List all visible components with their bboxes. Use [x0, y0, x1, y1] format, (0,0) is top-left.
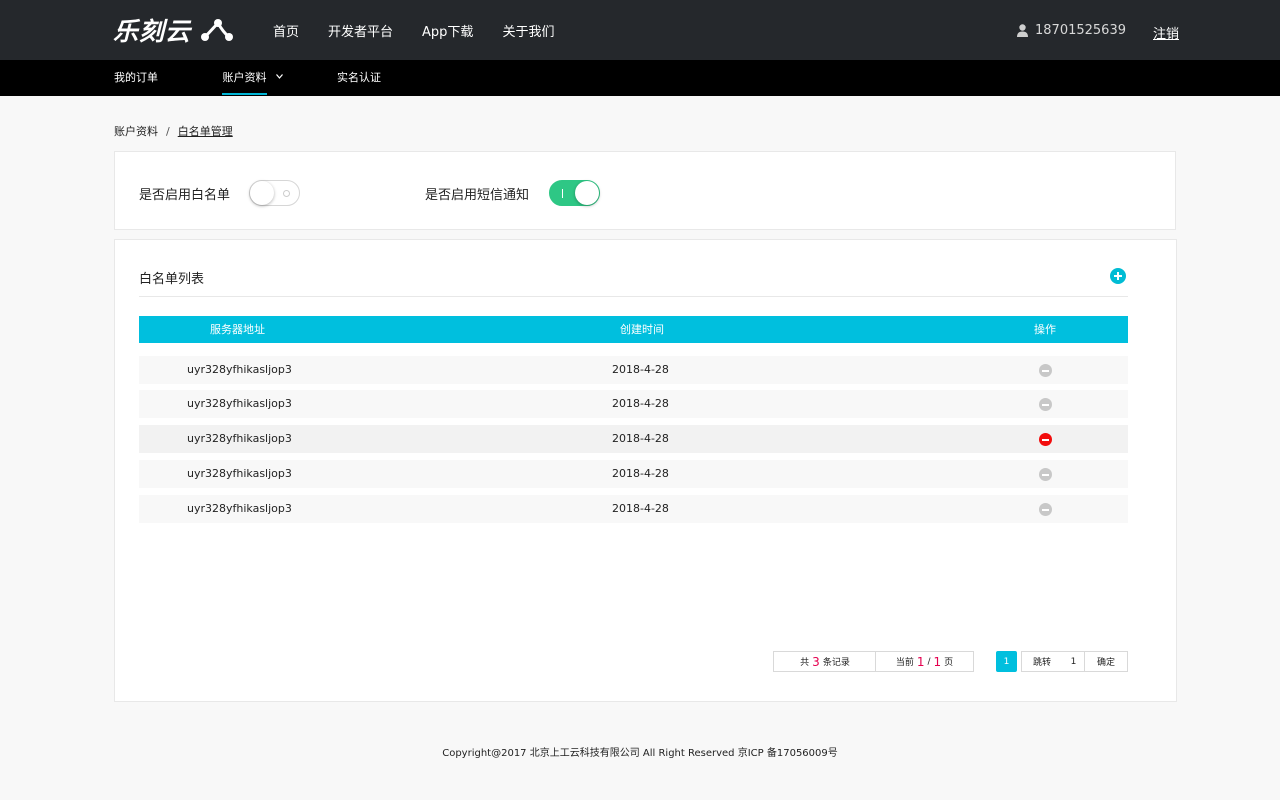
off-indicator-icon	[283, 190, 290, 197]
sms-toggle-label: 是否启用短信通知	[425, 188, 530, 203]
row-address: uyr328yfhikasljop3	[187, 467, 292, 480]
remove-icon[interactable]	[1039, 503, 1052, 516]
title-divider	[139, 296, 1128, 297]
jump-page-input[interactable]: 1	[1062, 651, 1085, 672]
main-nav: 首页 开发者平台 App下载 关于我们	[273, 0, 583, 60]
row-address: uyr328yfhikasljop3	[187, 397, 292, 410]
row-address: uyr328yfhikasljop3	[187, 363, 292, 376]
table-row: uyr328yfhikasljop3 2018-4-28	[139, 425, 1128, 453]
breadcrumb-separator: /	[166, 124, 170, 138]
breadcrumb-parent[interactable]: 账户资料	[114, 123, 158, 139]
user-info: 18701525639	[1017, 0, 1126, 60]
sub-navbar: 我的订单 账户资料 实名认证	[0, 60, 1280, 96]
row-address: uyr328yfhikasljop3	[187, 432, 292, 445]
list-title: 白名单列表	[139, 272, 205, 287]
sms-toggle[interactable]	[549, 180, 600, 206]
total-records: 共 3 条记录	[773, 651, 876, 672]
row-created: 2018-4-28	[612, 432, 669, 445]
current-page-info: 当前 1 / 1 页	[875, 651, 974, 672]
subnav-verify[interactable]: 实名认证	[337, 60, 381, 96]
table-row: uyr328yfhikasljop3 2018-4-28	[139, 460, 1128, 488]
subnav-orders[interactable]: 我的订单	[114, 60, 158, 96]
brand-logo[interactable]: 乐刻云	[113, 12, 237, 48]
brand-mark-icon	[201, 19, 234, 41]
on-indicator-icon	[562, 189, 563, 198]
row-created: 2018-4-28	[612, 397, 669, 410]
page-button-1[interactable]: 1	[996, 651, 1017, 672]
subnav-account[interactable]: 账户资料	[222, 60, 267, 95]
total-pages: 1	[933, 654, 942, 669]
current-page: 1	[916, 654, 925, 669]
page-slash: /	[927, 656, 931, 667]
column-header-created: 创建时间	[620, 323, 664, 336]
nav-app-download[interactable]: App下载	[422, 21, 473, 40]
table-row: uyr328yfhikasljop3 2018-4-28	[139, 356, 1128, 384]
remove-icon[interactable]	[1039, 433, 1052, 446]
whitelist-card: 白名单列表 服务器地址 创建时间 操作 uyr328yfhikasljop3 2…	[114, 239, 1177, 702]
brand-logo-text: 乐刻云	[113, 17, 192, 46]
breadcrumb-current[interactable]: 白名单管理	[178, 123, 233, 139]
column-header-actions: 操作	[1034, 323, 1056, 336]
remove-icon[interactable]	[1039, 468, 1052, 481]
nav-about[interactable]: 关于我们	[502, 21, 554, 40]
total-suffix: 条记录	[822, 658, 850, 668]
table-header: 服务器地址 创建时间 操作	[139, 316, 1128, 343]
row-created: 2018-4-28	[612, 502, 669, 515]
whitelist-toggle[interactable]	[249, 180, 300, 206]
toggle-knob	[575, 181, 599, 205]
remove-icon[interactable]	[1039, 364, 1052, 377]
confirm-button[interactable]: 确定	[1084, 651, 1128, 672]
top-navbar: 乐刻云 首页 开发者平台 App下载 关于我们 18701525639 注销	[0, 0, 1280, 60]
user-icon	[1017, 23, 1029, 37]
total-prefix: 共	[800, 658, 810, 668]
remove-icon[interactable]	[1039, 398, 1052, 411]
nav-developer[interactable]: 开发者平台	[328, 21, 393, 40]
current-suffix: 页	[944, 658, 954, 668]
logout-link[interactable]: 注销	[1153, 23, 1179, 42]
whitelist-toggle-label: 是否启用白名单	[139, 188, 231, 203]
current-prefix: 当前	[895, 658, 914, 668]
breadcrumb: 账户资料 / 白名单管理	[114, 123, 233, 139]
footer: Copyright@2017 北京上工云科技有限公司 All Right Res…	[442, 748, 838, 759]
column-header-address: 服务器地址	[210, 323, 265, 336]
settings-card: 是否启用白名单 是否启用短信通知	[114, 151, 1176, 230]
jump-button[interactable]: 跳转	[1021, 651, 1063, 672]
table-row: uyr328yfhikasljop3 2018-4-28	[139, 390, 1128, 418]
row-created: 2018-4-28	[612, 363, 669, 376]
total-count: 3	[812, 654, 820, 669]
user-phone: 18701525639	[1035, 22, 1126, 38]
row-address: uyr328yfhikasljop3	[187, 502, 292, 515]
row-created: 2018-4-28	[612, 467, 669, 480]
chevron-down-icon[interactable]	[276, 74, 283, 79]
nav-home[interactable]: 首页	[273, 21, 299, 40]
add-icon[interactable]	[1110, 268, 1126, 284]
table-row: uyr328yfhikasljop3 2018-4-28	[139, 495, 1128, 523]
toggle-knob	[250, 181, 274, 205]
